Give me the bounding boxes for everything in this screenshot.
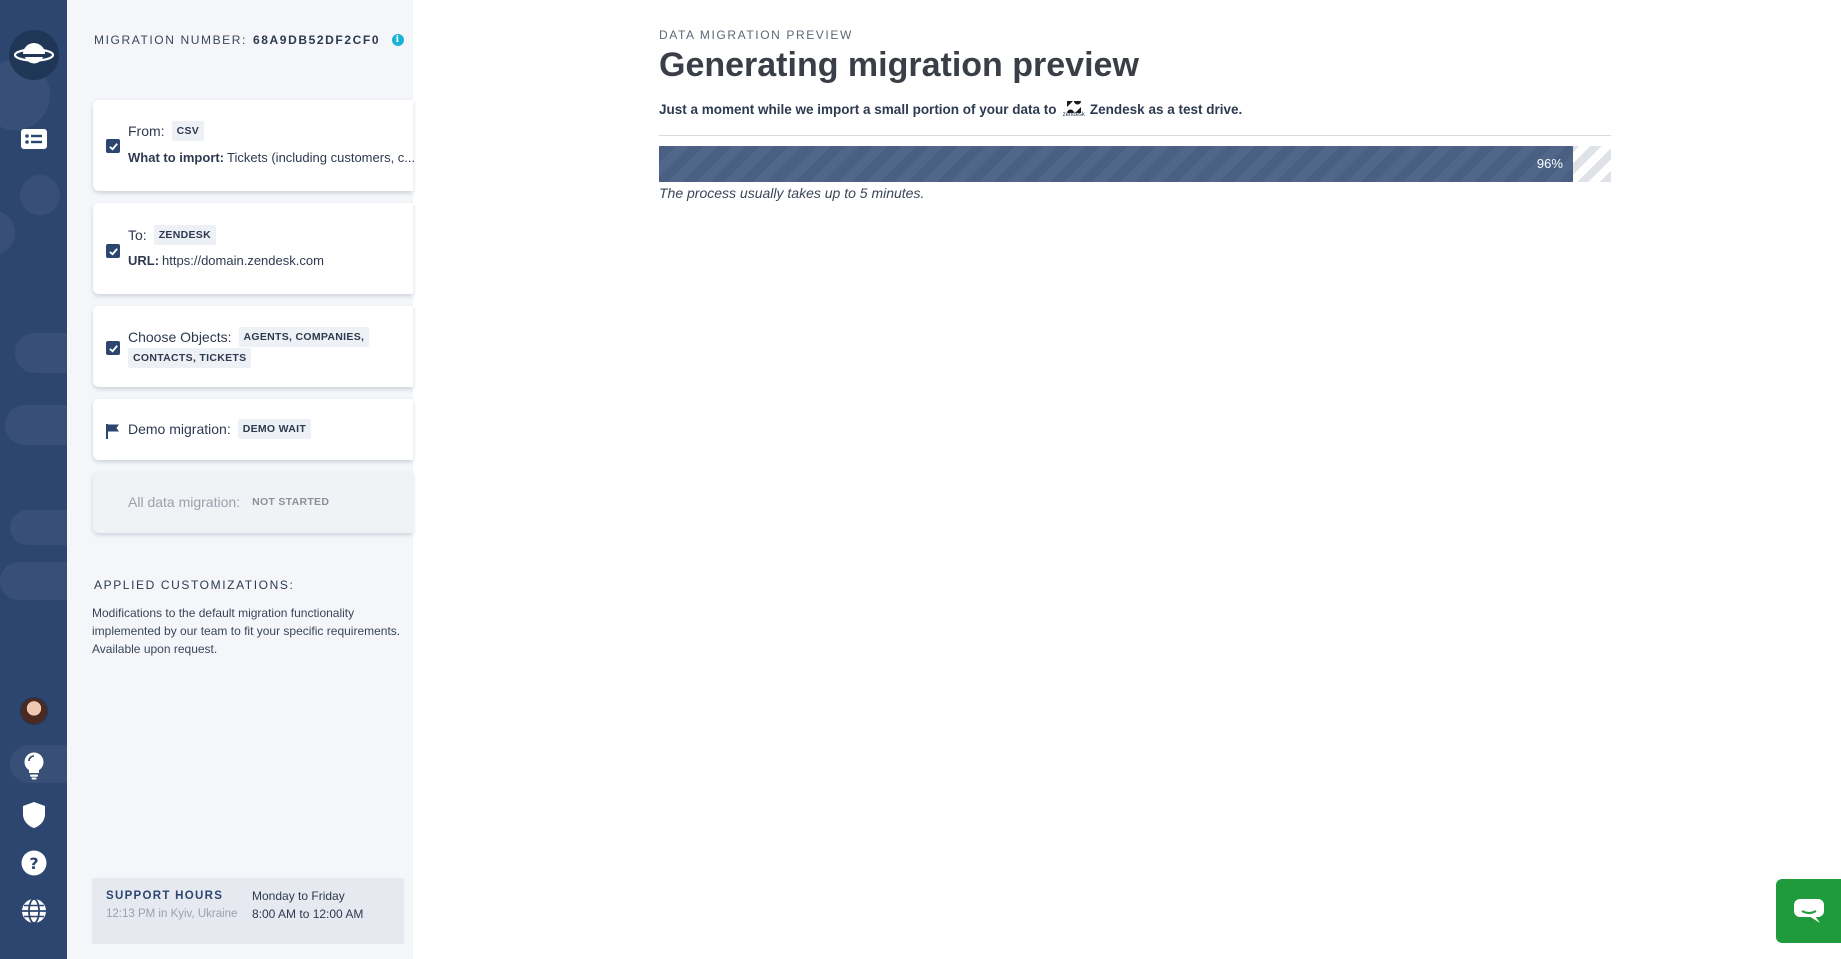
zendesk-logo-text: zendesk [1062,112,1085,118]
progress-percent: 96% [1536,156,1563,171]
target-platform-tag: ZENDESK [153,225,216,245]
support-hours-title: SUPPORT HOURS [106,890,224,902]
page-subtitle: Just a moment while we import a small po… [659,101,1242,118]
rail-decoration [0,562,67,600]
divider [659,135,1611,136]
url-label: URL: [128,253,160,268]
target-card[interactable]: To: ZENDESK URL: https://domain.zendesk.… [93,203,413,294]
customizations-text: Modifications to the default migration f… [92,606,401,656]
support-hours-box: SUPPORT HOURS 12:13 PM in Kyiv, Ukraine … [92,878,404,944]
info-icon[interactable]: i [392,34,405,46]
full-migration-label: All data migration: [128,494,241,510]
objects-tag: AGENTS, COMPANIES, [238,327,370,347]
migration-number-label: MIGRATION NUMBER: [94,33,247,47]
customizations-title: APPLIED CUSTOMIZATIONS: [94,578,295,592]
demo-status-tag: DEMO WAIT [237,419,312,439]
full-migration-card: All data migration: NOT STARTED [93,472,413,533]
import-value: Tickets (including customers, c... [227,150,416,165]
source-platform-tag: CSV [171,121,205,141]
list-icon[interactable] [0,126,67,152]
lightbulb-icon[interactable] [0,752,67,780]
support-local-time: 12:13 PM in Kyiv, Ukraine [106,908,238,920]
checkbox-checked-icon [106,244,120,258]
target-label: To: [128,227,147,243]
demo-line: Demo migration: DEMO WAIT [128,419,312,439]
checkbox-checked-icon [106,341,120,355]
import-line: What to import: Tickets (including custo… [128,150,415,165]
support-days: Monday to Friday [252,889,345,903]
chat-button[interactable] [1776,879,1841,943]
source-line: From: CSV [128,121,205,141]
zendesk-logo-icon: zendesk [1063,101,1085,118]
target-line: To: ZENDESK [128,225,216,245]
url-line: URL: https://domain.zendesk.com [128,253,324,268]
help-icon[interactable]: ? [0,849,67,877]
subtitle-text-end: Zendesk as a test drive. [1089,102,1243,117]
import-label: What to import: [128,150,225,165]
rail-decoration [5,405,67,445]
globe-icon[interactable] [0,897,67,925]
source-label: From: [128,123,165,139]
objects-line: Choose Objects: AGENTS, COMPANIES, [128,327,370,347]
migration-number: MIGRATION NUMBER: 68A9DB52DF2CF0 i [94,33,405,47]
page-title: Generating migration preview [659,46,1139,84]
nav-rail: ? [0,0,67,959]
chat-icon [1793,899,1824,923]
rail-decoration [20,175,60,215]
full-migration-status-tag: NOT STARTED [252,496,330,508]
full-migration-line: All data migration: NOT STARTED [128,492,334,512]
objects-tag: CONTACTS, TICKETS [128,348,252,368]
objects-line-2: CONTACTS, TICKETS [121,348,252,368]
svg-text:?: ? [29,854,38,873]
migration-sidebar: MIGRATION NUMBER: 68A9DB52DF2CF0 i From:… [67,0,415,959]
progress-fill: 96% [659,146,1573,182]
rail-decoration [10,510,67,545]
url-value: https://domain.zendesk.com [162,253,324,268]
progress-note: The process usually takes up to 5 minute… [659,185,925,201]
page-eyebrow: DATA MIGRATION PREVIEW [659,28,853,42]
source-card[interactable]: From: CSV What to import: Tickets (inclu… [93,100,415,191]
support-hours: 8:00 AM to 12:00 AM [252,907,364,921]
flag-icon [105,423,121,444]
rail-decoration [0,210,15,255]
subtitle-text: Just a moment while we import a small po… [659,102,1057,117]
migration-number-value: 68A9DB52DF2CF0 [252,33,381,47]
shield-icon[interactable] [0,801,67,829]
avatar[interactable] [0,695,67,727]
demo-migration-card[interactable]: Demo migration: DEMO WAIT [93,399,413,460]
objects-label: Choose Objects: [128,329,232,345]
checkbox-checked-icon [106,139,120,153]
demo-label: Demo migration: [128,421,231,437]
objects-card[interactable]: Choose Objects: AGENTS, COMPANIES, CONTA… [93,306,413,387]
rail-decoration [15,333,67,373]
progress-bar: 96% [659,146,1611,182]
planet-logo-icon[interactable] [0,22,67,88]
user-photo [19,697,48,725]
